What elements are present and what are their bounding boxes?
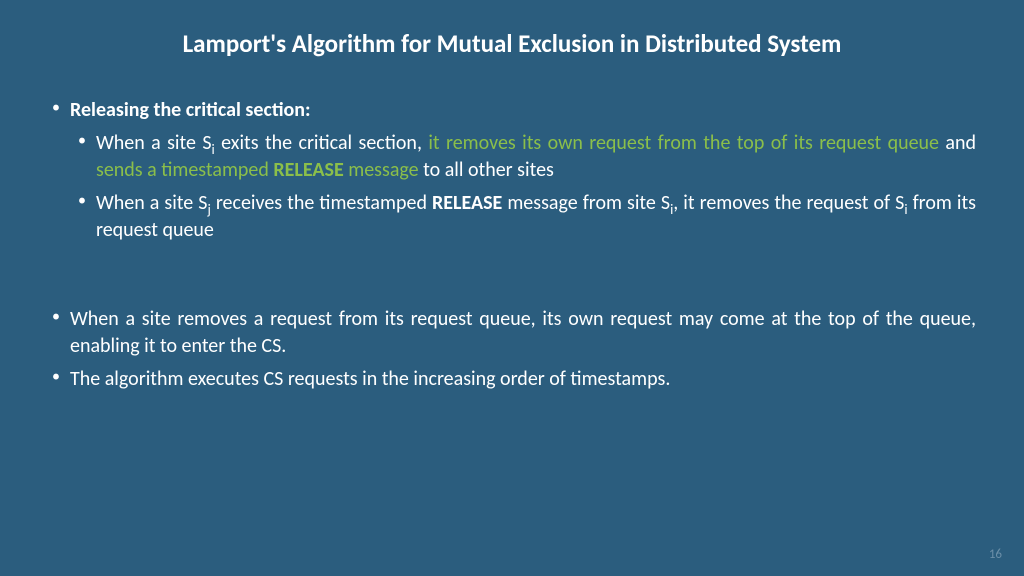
highlighted-text: sends a timestamped — [96, 158, 273, 182]
text-part: and — [939, 131, 976, 155]
section-header-bullet: Releasing the critical section: — [48, 97, 976, 124]
bullet-4: The algorithm executes CS requests in th… — [48, 366, 976, 393]
highlighted-bold-text: RELEASE — [273, 158, 343, 182]
text-part: When a site S — [96, 131, 212, 155]
highlighted-text: it removes its own request from the top … — [428, 131, 939, 155]
bold-text: RELEASE — [432, 191, 502, 215]
slide-title: Lamport's Algorithm for Mutual Exclusion… — [48, 28, 976, 59]
page-number: 16 — [989, 547, 1002, 562]
bullet-3: When a site removes a request from its r… — [48, 306, 976, 360]
slide-container: Lamport's Algorithm for Mutual Exclusion… — [0, 0, 1024, 427]
text-part: exits the critical section, — [215, 131, 429, 155]
sub-bullet-2: When a site Sj receives the timestamped … — [74, 190, 976, 244]
section-header-text: Releasing the critical section: — [70, 98, 311, 122]
slide-content: Releasing the critical section: When a s… — [48, 97, 976, 393]
sub-bullet-1: When a site Si exits the critical sectio… — [74, 130, 976, 184]
highlighted-text: message — [344, 158, 419, 182]
spacer — [48, 250, 976, 306]
text-part: to all other sites — [419, 158, 554, 182]
text-part: When a site S — [96, 191, 207, 215]
text-part: receives the timestamped — [211, 191, 432, 215]
text-part: message from site S — [502, 191, 670, 215]
text-part: , it removes the request of S — [673, 191, 904, 215]
